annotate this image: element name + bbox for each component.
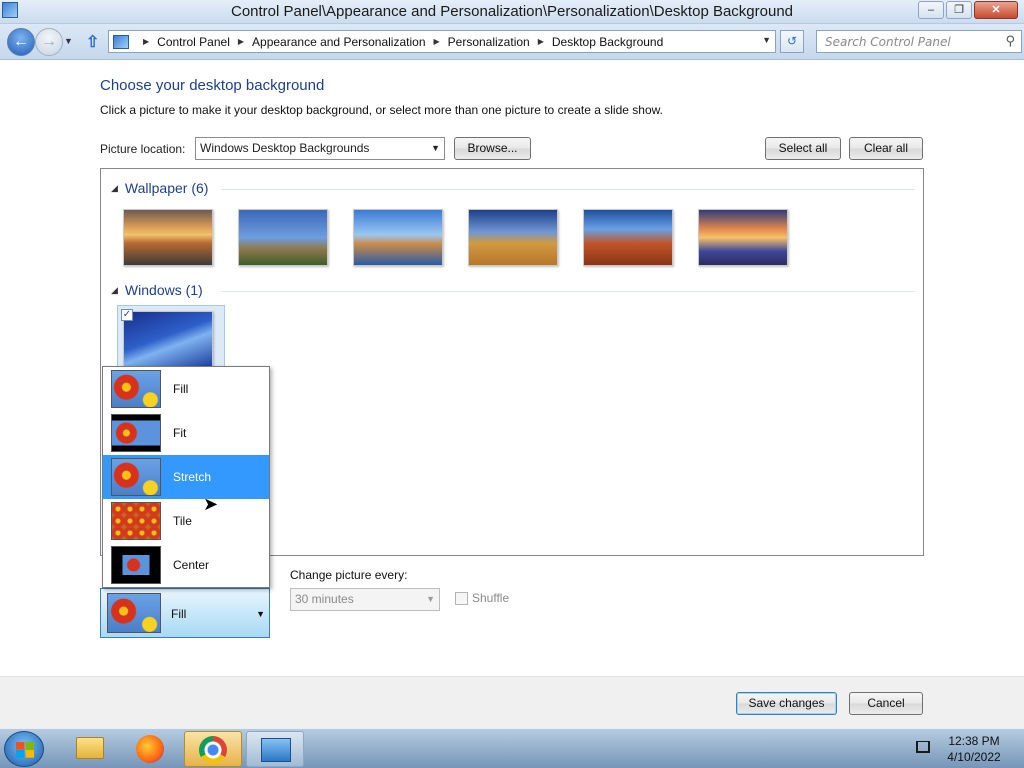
window-title: Control Panel\Appearance and Personaliza… bbox=[230, 3, 794, 20]
windows-logo-icon bbox=[16, 742, 34, 758]
position-option-center[interactable]: Center bbox=[103, 543, 269, 587]
group-divider bbox=[221, 189, 915, 190]
group-title: Wallpaper (6) bbox=[124, 180, 209, 196]
shuffle-label: Shuffle bbox=[472, 591, 510, 605]
close-button[interactable]: ✕ bbox=[974, 1, 1018, 19]
back-button[interactable]: ← bbox=[7, 28, 35, 56]
control-panel-window: Control Panel\Appearance and Personaliza… bbox=[0, 0, 1024, 728]
fit-preview-icon bbox=[111, 414, 161, 452]
breadcrumb-separator-icon[interactable]: ▶ bbox=[538, 37, 544, 46]
taskbar bbox=[0, 728, 1024, 768]
control-panel-icon bbox=[261, 738, 291, 762]
wallpaper-thumbnail-5[interactable] bbox=[583, 209, 673, 266]
checkbox-box[interactable] bbox=[455, 591, 468, 605]
interval-select[interactable]: 30 minutes ▼ bbox=[290, 588, 440, 611]
save-changes-button[interactable]: Save changes bbox=[736, 692, 837, 715]
wallpaper-thumbnail-2[interactable] bbox=[238, 209, 328, 266]
recent-pages-dropdown[interactable]: ▼ bbox=[64, 36, 73, 46]
mouse-cursor-icon: ➤ bbox=[203, 494, 219, 514]
start-button[interactable] bbox=[4, 731, 44, 767]
taskbar-explorer[interactable] bbox=[60, 731, 118, 767]
browse-button[interactable]: Browse... bbox=[454, 137, 531, 160]
firefox-icon bbox=[136, 735, 164, 763]
taskbar-chrome[interactable] bbox=[184, 731, 242, 767]
minimize-button[interactable]: – bbox=[918, 1, 944, 19]
folder-icon bbox=[76, 737, 104, 759]
breadcrumb-appearance[interactable]: Appearance and Personalization bbox=[252, 35, 425, 49]
chevron-down-icon: ▼ bbox=[426, 594, 435, 604]
page-description: Click a picture to make it your desktop … bbox=[100, 103, 663, 117]
position-option-stretch[interactable]: Stretch bbox=[103, 455, 269, 499]
breadcrumb-control-panel[interactable]: Control Panel bbox=[157, 35, 230, 49]
collapse-triangle-icon: ◢ bbox=[111, 284, 118, 295]
group-header-windows[interactable]: ◢ Windows (1) bbox=[111, 282, 203, 298]
chevron-down-icon: ▼ bbox=[256, 609, 265, 619]
taskbar-control-panel[interactable] bbox=[246, 731, 304, 767]
group-title: Windows (1) bbox=[124, 282, 203, 298]
fill-preview-icon bbox=[111, 370, 161, 408]
picture-location-select[interactable]: Windows Desktop Backgrounds ▼ bbox=[195, 137, 445, 160]
forward-button[interactable]: → bbox=[35, 28, 63, 56]
picture-position-list: Fill Fit Stretch Tile Center bbox=[102, 366, 270, 588]
option-label: Center bbox=[173, 558, 210, 572]
address-bar[interactable]: ▶ Control Panel ▶ Appearance and Persona… bbox=[108, 30, 776, 53]
chevron-down-icon: ▼ bbox=[431, 143, 440, 153]
network-icon[interactable] bbox=[916, 741, 930, 753]
tile-preview-icon bbox=[111, 502, 161, 540]
up-arrow-icon[interactable]: ⇧ bbox=[86, 32, 99, 52]
search-input[interactable]: Search Control Panel ⚲ bbox=[816, 30, 1022, 53]
page-title: Choose your desktop background bbox=[100, 77, 325, 94]
center-preview-icon bbox=[111, 546, 161, 584]
wallpaper-thumbnail-4[interactable] bbox=[468, 209, 558, 266]
collapse-triangle-icon: ◢ bbox=[111, 182, 118, 193]
thumbnail-checkbox[interactable]: ✓ bbox=[121, 309, 133, 321]
maximize-button[interactable]: ❐ bbox=[946, 1, 972, 19]
picture-location-label: Picture location: bbox=[100, 142, 186, 156]
clock-date: 4/10/2022 bbox=[947, 750, 1001, 764]
navigation-bar: ← → ▼ ⇧ ▶ Control Panel ▶ Appearance and… bbox=[0, 24, 1024, 60]
option-label: Fill bbox=[173, 382, 189, 396]
system-clock[interactable]: 12:38 PM 4/10/2022 bbox=[934, 733, 1014, 765]
wallpaper-thumbnail-6[interactable] bbox=[698, 209, 788, 266]
position-option-fit[interactable]: Fit bbox=[103, 411, 269, 455]
clear-all-button[interactable]: Clear all bbox=[849, 137, 923, 160]
group-divider bbox=[221, 291, 915, 292]
address-dropdown-icon[interactable]: ▼ bbox=[762, 35, 771, 45]
windows-thumbnail-1[interactable] bbox=[123, 311, 213, 368]
picture-location-value: Windows Desktop Backgrounds bbox=[200, 141, 370, 155]
option-label: Stretch bbox=[173, 470, 212, 484]
option-label: Tile bbox=[173, 514, 192, 528]
breadcrumb-separator-icon[interactable]: ▶ bbox=[143, 37, 149, 46]
breadcrumb: ▶ Control Panel ▶ Appearance and Persona… bbox=[135, 35, 663, 49]
wallpaper-thumbnail-1[interactable] bbox=[123, 209, 213, 266]
cancel-button[interactable]: Cancel bbox=[849, 692, 923, 715]
breadcrumb-separator-icon[interactable]: ▶ bbox=[238, 37, 244, 46]
fill-preview-icon bbox=[107, 593, 161, 633]
refresh-button[interactable]: ↺ bbox=[780, 30, 804, 53]
chrome-icon bbox=[199, 736, 227, 764]
control-panel-icon bbox=[113, 34, 129, 49]
breadcrumb-separator-icon[interactable]: ▶ bbox=[434, 37, 440, 46]
clock-time: 12:38 PM bbox=[948, 734, 1000, 748]
search-icon[interactable]: ⚲ bbox=[1005, 34, 1015, 49]
position-option-fill[interactable]: Fill bbox=[103, 367, 269, 411]
wallpaper-thumbnail-3[interactable] bbox=[353, 209, 443, 266]
breadcrumb-desktop-background[interactable]: Desktop Background bbox=[552, 35, 663, 49]
window-controls: – ❐ ✕ bbox=[918, 1, 1018, 19]
taskbar-firefox[interactable] bbox=[122, 731, 180, 767]
interval-value: 30 minutes bbox=[295, 592, 354, 606]
shuffle-checkbox[interactable]: Shuffle bbox=[455, 591, 509, 605]
select-all-button[interactable]: Select all bbox=[765, 137, 841, 160]
picture-position-select[interactable]: Fill ▼ bbox=[100, 588, 270, 638]
change-picture-label: Change picture every: bbox=[290, 568, 408, 582]
search-placeholder: Search Control Panel bbox=[825, 35, 951, 49]
position-option-tile[interactable]: Tile bbox=[103, 499, 269, 543]
stretch-preview-icon bbox=[111, 458, 161, 496]
dialog-footer: Save changes Cancel bbox=[0, 676, 1024, 728]
breadcrumb-personalization[interactable]: Personalization bbox=[448, 35, 530, 49]
group-header-wallpaper[interactable]: ◢ Wallpaper (6) bbox=[111, 180, 208, 196]
title-bar[interactable]: Control Panel\Appearance and Personaliza… bbox=[0, 0, 1024, 24]
option-label: Fit bbox=[173, 426, 187, 440]
picture-position-value: Fill bbox=[171, 607, 187, 621]
